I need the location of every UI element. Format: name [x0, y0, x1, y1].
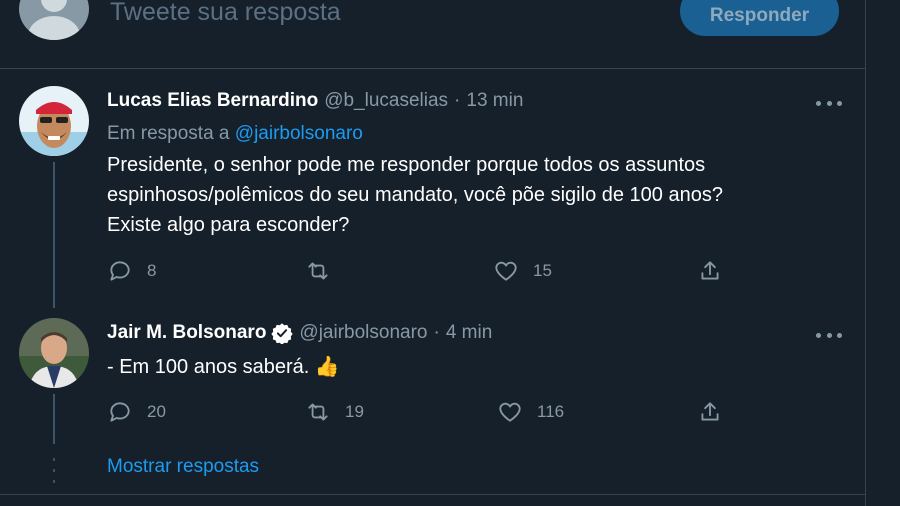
replying-to: Em resposta a @jairbolsonaro	[107, 123, 363, 144]
author-handle[interactable]: @b_lucaselias	[324, 90, 448, 112]
author-name[interactable]: Lucas Elias Bernardino	[107, 90, 318, 112]
reply-button[interactable]: 20	[107, 399, 166, 425]
like-count: 15	[533, 261, 552, 280]
reply-submit-button[interactable]: Responder	[680, 0, 839, 36]
like-button[interactable]: 15	[493, 258, 552, 284]
right-gutter	[866, 0, 900, 506]
avatar-bolsonaro[interactable]	[19, 318, 89, 388]
author-handle[interactable]: @jairbolsonaro	[299, 322, 427, 344]
like-count: 116	[537, 402, 565, 421]
tweet-text: - Em 100 anos saberá. 👍	[107, 356, 340, 378]
tweet-time[interactable]: 13 min	[466, 90, 523, 112]
more-icon[interactable]	[816, 330, 842, 340]
more-icon[interactable]	[816, 98, 842, 108]
like-icon	[499, 402, 521, 422]
share-icon	[701, 261, 719, 280]
reply-count: 20	[147, 402, 166, 421]
share-button[interactable]	[697, 258, 723, 284]
reply-count: 8	[147, 261, 157, 280]
tweet-header: Lucas Elias Bernardino @b_lucaselias · 1…	[107, 90, 524, 112]
divider	[0, 68, 865, 69]
avatar-lucas[interactable]	[19, 86, 89, 156]
like-icon	[495, 261, 517, 281]
share-icon	[701, 402, 719, 421]
composer-avatar	[19, 0, 89, 40]
reply-button[interactable]: 8	[107, 258, 156, 284]
retweet-icon	[308, 262, 328, 280]
tweet-text: Presidente, o senhor pode me responder p…	[107, 154, 723, 236]
author-name[interactable]: Jair M. Bolsonaro	[107, 322, 266, 344]
thread-line	[53, 394, 55, 444]
thread-line	[53, 162, 55, 308]
tweet-actions: 8 15	[107, 258, 747, 284]
share-button[interactable]	[697, 399, 723, 425]
tweet-actions: 20 19 116	[107, 399, 747, 425]
retweet-icon	[308, 403, 328, 421]
verified-badge-icon	[271, 323, 294, 344]
show-replies-link[interactable]: Mostrar respostas	[107, 456, 259, 478]
tweet-header: Jair M. Bolsonaro @jairbolsonaro · 4 min	[107, 322, 493, 344]
retweet-count: 19	[345, 402, 364, 421]
tweet-time[interactable]: 4 min	[446, 322, 492, 344]
retweet-button[interactable]: 19	[305, 399, 364, 425]
mention-link[interactable]: @jairbolsonaro	[235, 123, 363, 144]
like-button[interactable]: 116	[497, 399, 564, 425]
thread-continuation	[53, 458, 55, 484]
retweet-button[interactable]	[305, 258, 345, 284]
reply-icon	[110, 402, 130, 422]
reply-input[interactable]: Tweete sua resposta	[110, 0, 341, 28]
reply-icon	[110, 261, 130, 281]
divider	[0, 494, 865, 495]
